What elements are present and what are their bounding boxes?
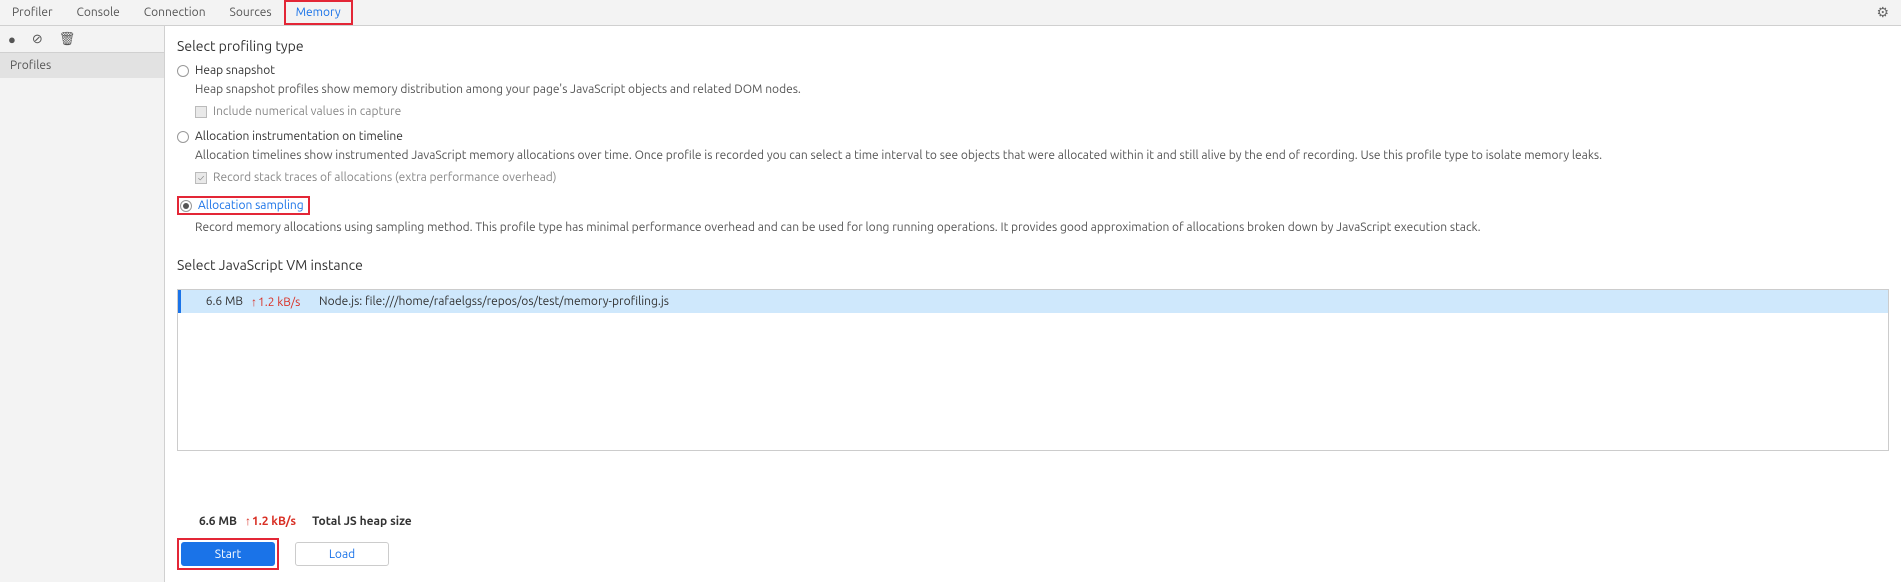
heap-label: Total JS heap size	[312, 515, 412, 528]
start-button[interactable]: Start	[181, 542, 275, 566]
record-icon[interactable]: ●	[8, 32, 16, 47]
sub-label: Include numerical values in capture	[213, 105, 401, 118]
sidebar-item-profiles[interactable]: Profiles	[0, 53, 164, 78]
heap-size: 6.6 MB	[199, 515, 237, 528]
sub-label: Record stack traces of allocations (extr…	[213, 171, 557, 184]
delete-icon[interactable]: 🗑	[59, 32, 76, 47]
vm-rate: 1.2 kB/s	[251, 295, 311, 309]
vm-title: Select JavaScript VM instance	[177, 257, 1889, 273]
option-label[interactable]: Allocation sampling	[198, 199, 304, 212]
vm-name: Node.js: file:///home/rafaelgss/repos/os…	[319, 295, 669, 308]
option-label[interactable]: Allocation instrumentation on timeline	[195, 130, 403, 143]
option-label[interactable]: Heap snapshot	[195, 64, 275, 77]
tab-connection[interactable]: Connection	[132, 0, 218, 25]
vm-section: Select JavaScript VM instance 6.6 MB 1.2…	[177, 257, 1889, 500]
highlight-start-button: Start	[177, 538, 279, 570]
sidebar-toolbar: ● ⊘ 🗑	[0, 26, 164, 53]
gear-icon[interactable]: ⚙	[1872, 4, 1893, 21]
footer-stats: 6.6 MB 1.2 kB/s Total JS heap size	[177, 510, 1889, 538]
tab-sources[interactable]: Sources	[218, 0, 284, 25]
option-desc: Record memory allocations using sampling…	[195, 219, 1889, 237]
option-desc: Allocation timelines show instrumented J…	[195, 147, 1889, 165]
radio-allocation-timeline[interactable]	[177, 131, 189, 143]
radio-allocation-sampling[interactable]	[180, 200, 192, 212]
profiling-type-title: Select profiling type	[177, 38, 1889, 54]
tab-console[interactable]: Console	[65, 0, 132, 25]
option-allocation-sampling: Allocation sampling Record memory alloca…	[177, 196, 1889, 237]
option-heap-snapshot: Heap snapshot Heap snapshot profiles sho…	[177, 64, 1889, 118]
main-area: ● ⊘ 🗑 Profiles Select profiling type Hea…	[0, 26, 1901, 582]
sub-option-numerical: Include numerical values in capture	[195, 105, 1889, 118]
option-allocation-timeline: Allocation instrumentation on timeline A…	[177, 130, 1889, 184]
tab-memory[interactable]: Memory	[296, 2, 341, 23]
checkbox-numerical[interactable]	[195, 106, 207, 118]
devtools-topbar: Profiler Console Connection Sources Memo…	[0, 0, 1901, 26]
clear-icon[interactable]: ⊘	[32, 32, 43, 47]
content-area: Select profiling type Heap snapshot Heap…	[165, 26, 1901, 582]
option-desc: Heap snapshot profiles show memory distr…	[195, 81, 1889, 99]
checkbox-stack-traces[interactable]	[195, 172, 207, 184]
tab-profiler[interactable]: Profiler	[0, 0, 65, 25]
footer-buttons: Start Load	[177, 538, 1889, 570]
highlight-allocation-sampling: Allocation sampling	[177, 196, 310, 215]
sub-option-stack-traces: Record stack traces of allocations (extr…	[195, 171, 1889, 184]
devtools-tabs: Profiler Console Connection Sources Memo…	[0, 0, 353, 25]
highlight-memory-tab: Memory	[284, 0, 353, 25]
footer: 6.6 MB 1.2 kB/s Total JS heap size Start…	[177, 510, 1889, 570]
vm-size: 6.6 MB	[189, 295, 243, 308]
sidebar: ● ⊘ 🗑 Profiles	[0, 26, 165, 582]
vm-instance-row[interactable]: 6.6 MB 1.2 kB/s Node.js: file:///home/ra…	[178, 290, 1888, 313]
load-button[interactable]: Load	[295, 542, 389, 566]
vm-instance-list: 6.6 MB 1.2 kB/s Node.js: file:///home/ra…	[177, 289, 1889, 451]
heap-rate: 1.2 kB/s	[245, 514, 296, 528]
radio-heap-snapshot[interactable]	[177, 65, 189, 77]
